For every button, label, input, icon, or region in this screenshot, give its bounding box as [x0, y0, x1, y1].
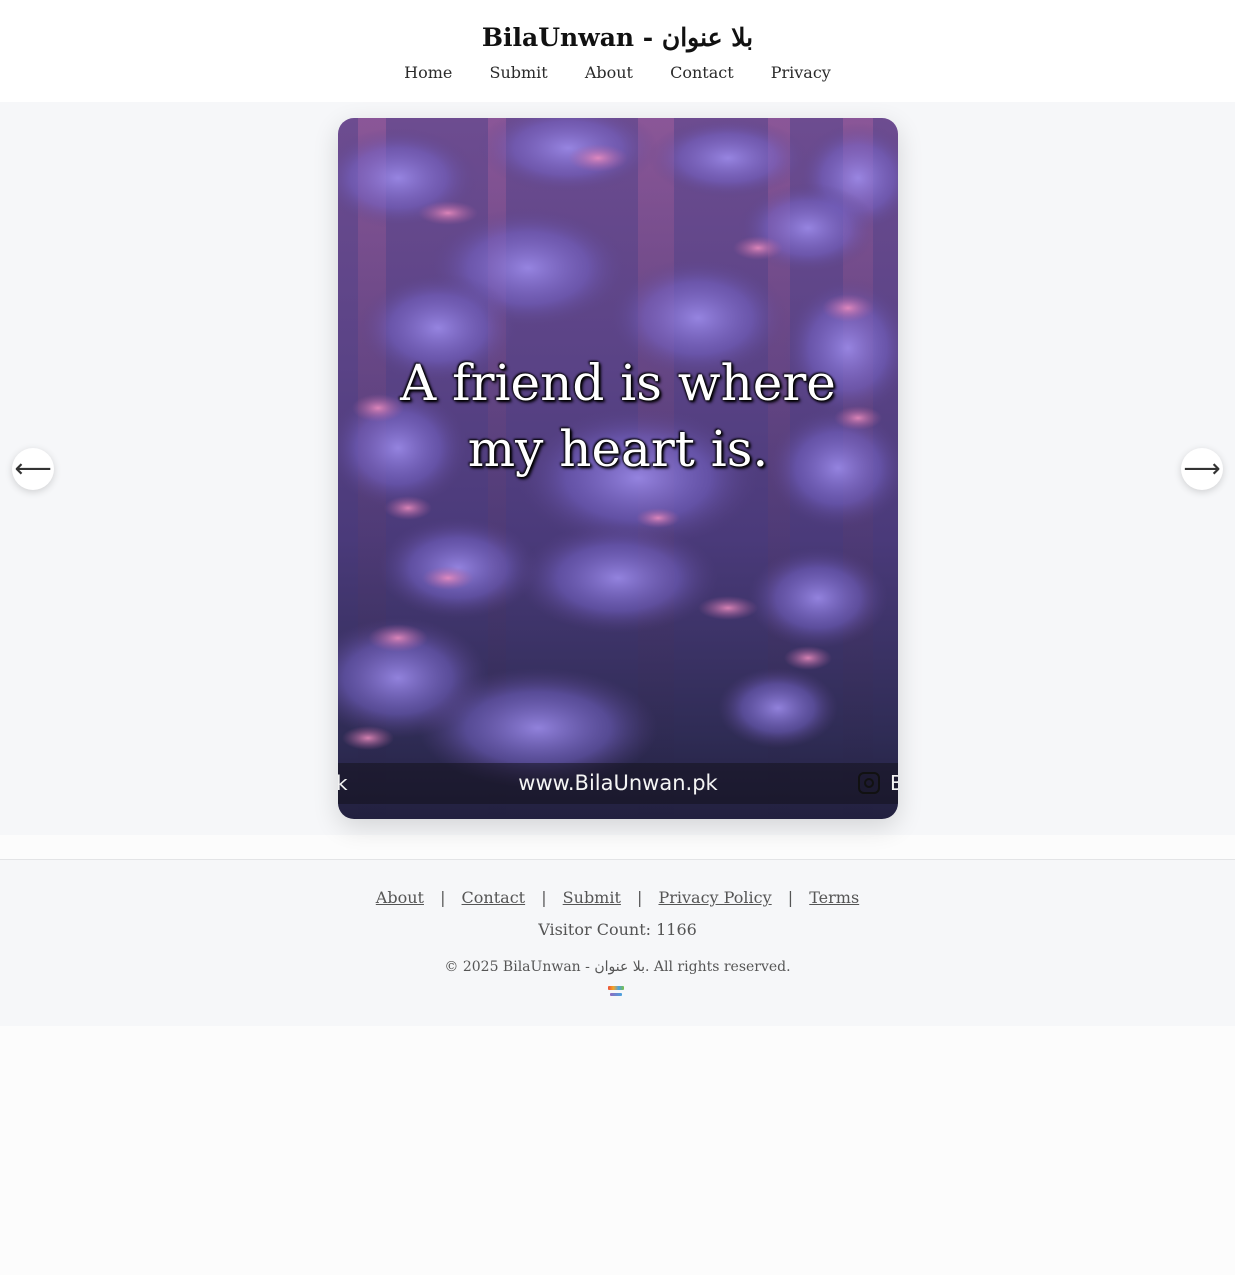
quote-slide-image: A friend is where my heart is. k www.Bil… [338, 118, 898, 819]
nav-contact[interactable]: Contact [670, 63, 734, 82]
site-footer: About | Contact | Submit | Privacy Polic… [0, 859, 1235, 1026]
site-header: BilaUnwan - بلا عنوان Home Submit About … [0, 0, 1235, 102]
quote-line-1: A friend is where [400, 354, 836, 412]
quote-line-2: my heart is. [467, 420, 769, 478]
nav-about[interactable]: About [585, 63, 633, 82]
arrow-right-icon: ⟶ [1183, 454, 1221, 484]
footer-link-privacy-policy[interactable]: Privacy Policy [658, 888, 771, 907]
footer-links: About | Contact | Submit | Privacy Polic… [0, 886, 1235, 910]
instagram-icon [858, 772, 880, 794]
visitor-count: Visitor Count: 1166 [538, 920, 697, 939]
footer-separator: | [541, 888, 547, 907]
prev-slide-button[interactable]: ⟵ [12, 448, 54, 490]
footer-link-about[interactable]: About [376, 888, 424, 907]
footer-link-terms[interactable]: Terms [809, 888, 859, 907]
site-title[interactable]: BilaUnwan - بلا عنوان [0, 20, 1235, 56]
watermark-banner: k www.BilaUnwan.pk B [338, 763, 898, 804]
main-nav: Home Submit About Contact Privacy [0, 61, 1235, 85]
quote-text: A friend is where my heart is. [338, 350, 898, 482]
footer-separator: | [637, 888, 643, 907]
footer-separator: | [440, 888, 446, 907]
arrow-left-icon: ⟵ [14, 454, 52, 484]
next-slide-button[interactable]: ⟶ [1181, 448, 1223, 490]
nav-submit[interactable]: Submit [489, 63, 547, 82]
copyright-text: © 2025 BilaUnwan - بلا عنوان. All rights… [444, 959, 791, 975]
footer-link-contact[interactable]: Contact [462, 888, 526, 907]
nav-privacy[interactable]: Privacy [771, 63, 831, 82]
site-logo-icon [606, 985, 626, 999]
nav-home[interactable]: Home [404, 63, 452, 82]
banner-right-fragment: B [890, 771, 898, 795]
footer-separator: | [787, 888, 794, 907]
carousel-stage: A friend is where my heart is. k www.Bil… [0, 102, 1235, 835]
footer-link-submit[interactable]: Submit [563, 888, 621, 907]
banner-url: www.BilaUnwan.pk [518, 771, 718, 795]
